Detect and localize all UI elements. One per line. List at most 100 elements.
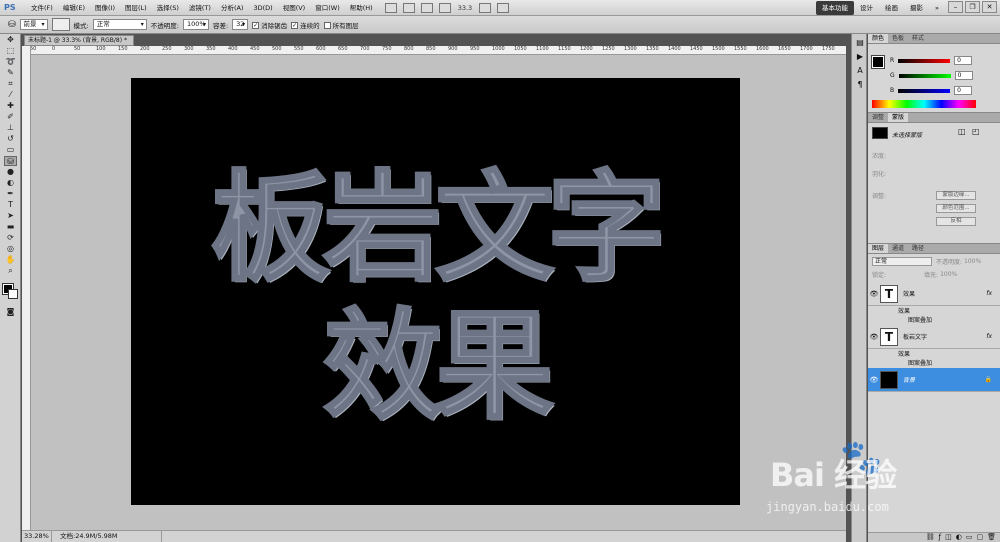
- contiguous-option[interactable]: ✓ 连续的: [291, 20, 320, 30]
- pen-tool-icon[interactable]: ✒: [4, 189, 17, 199]
- tab-paths[interactable]: 路径: [908, 244, 928, 253]
- layer-effects-row[interactable]: 效果: [868, 349, 1000, 358]
- 3d-camera-tool-icon[interactable]: ◎: [4, 244, 17, 254]
- mode-select[interactable]: 正常: [92, 19, 147, 30]
- all-layers-checkbox[interactable]: [323, 22, 331, 29]
- status-zoom[interactable]: 33.28%: [22, 531, 52, 542]
- b-slider[interactable]: [898, 88, 951, 93]
- tolerance-input[interactable]: 32: [232, 19, 249, 30]
- color-preview[interactable]: [871, 55, 885, 69]
- paint-bucket-icon[interactable]: ⛁: [8, 20, 16, 30]
- fill-value[interactable]: 100%: [940, 271, 957, 278]
- mask-edge-button[interactable]: 蒙版边缘...: [936, 191, 976, 200]
- zoom-level[interactable]: 33.3: [458, 4, 472, 12]
- workspace-painting[interactable]: 绘画: [879, 1, 904, 15]
- menu-window[interactable]: 窗口(W): [310, 0, 345, 16]
- color-swatches[interactable]: [2, 283, 18, 299]
- history-panel-icon[interactable]: ▤: [855, 38, 865, 48]
- layer-effect-item[interactable]: 图案叠加: [868, 358, 1000, 367]
- stamp-tool-icon[interactable]: ⊥: [4, 123, 17, 133]
- eye-icon[interactable]: 👁: [868, 333, 880, 341]
- mini-bridge-icon[interactable]: [402, 2, 415, 13]
- menu-select[interactable]: 选择(S): [152, 0, 184, 16]
- tab-channels[interactable]: 通道: [888, 244, 908, 253]
- layer-row[interactable]: 👁 T 效果 fx: [868, 282, 1000, 306]
- g-slider[interactable]: [898, 73, 951, 78]
- g-value[interactable]: 0: [954, 71, 973, 80]
- link-layers-icon[interactable]: ⛓: [926, 533, 935, 542]
- menu-file[interactable]: 文件(F): [26, 0, 58, 16]
- hand-icon[interactable]: [420, 2, 433, 13]
- eyedropper-tool-icon[interactable]: ⁄: [4, 90, 17, 100]
- menu-edit[interactable]: 编辑(E): [58, 0, 90, 16]
- antialias-checkbox[interactable]: ✓: [252, 22, 260, 29]
- fx-icon[interactable]: fx: [986, 333, 992, 340]
- tab-color[interactable]: 颜色: [868, 34, 889, 43]
- layer-row-selected[interactable]: 👁 背景 🔒: [868, 368, 1000, 392]
- document-canvas[interactable]: 板岩文字 效果: [131, 78, 740, 505]
- vector-mask-icon[interactable]: ◰: [972, 127, 980, 136]
- r-value[interactable]: 0: [954, 56, 973, 65]
- all-layers-option[interactable]: 所有图层: [323, 20, 359, 30]
- adjustment-layer-icon[interactable]: ◐: [956, 533, 962, 542]
- minimize-icon[interactable]: –: [948, 1, 963, 13]
- 3d-rotate-tool-icon[interactable]: ⟳: [4, 233, 17, 243]
- tab-masks[interactable]: 蒙版: [888, 113, 909, 122]
- layer-effect-item[interactable]: 图案叠加: [868, 315, 1000, 324]
- blur-tool-icon[interactable]: ●: [4, 167, 17, 177]
- lasso-tool-icon[interactable]: ➰: [4, 57, 17, 67]
- pattern-swatch[interactable]: [51, 18, 70, 31]
- contiguous-checkbox[interactable]: ✓: [291, 22, 299, 29]
- healing-tool-icon[interactable]: ✚: [4, 101, 17, 111]
- color-spectrum[interactable]: [872, 100, 976, 108]
- status-doc-info[interactable]: 文档:24.9M/5.98M: [52, 531, 162, 542]
- tab-layers[interactable]: 图层: [868, 244, 889, 253]
- menu-layer[interactable]: 图层(L): [120, 0, 152, 16]
- menu-view[interactable]: 视图(V): [278, 0, 311, 16]
- quick-mask-icon[interactable]: ◙: [4, 307, 17, 317]
- workspace-photography[interactable]: 摄影: [904, 1, 929, 15]
- brush-tool-icon[interactable]: ✐: [4, 112, 17, 122]
- character-panel-icon[interactable]: A: [855, 66, 865, 76]
- background-color[interactable]: [8, 289, 18, 299]
- color-range-button[interactable]: 颜色范围...: [936, 204, 976, 213]
- menu-analysis[interactable]: 分析(A): [216, 0, 249, 16]
- antialias-option[interactable]: ✓ 消除锯齿: [252, 20, 287, 30]
- layer-effects-row[interactable]: 效果: [868, 306, 1000, 315]
- b-value[interactable]: 0: [954, 86, 973, 95]
- paint-bucket-tool-icon[interactable]: ⛁: [4, 156, 17, 166]
- workspace-essentials[interactable]: 基本功能: [816, 1, 854, 15]
- crop-tool-icon[interactable]: ⌗: [4, 79, 17, 89]
- delete-layer-icon[interactable]: 🗑: [987, 533, 996, 542]
- dodge-tool-icon[interactable]: ◐: [4, 178, 17, 188]
- new-layer-icon[interactable]: ▢: [976, 533, 983, 542]
- close-icon[interactable]: ✕: [982, 1, 997, 13]
- move-tool-icon[interactable]: ✥: [4, 35, 17, 45]
- hand-tool-icon[interactable]: ✋: [4, 255, 17, 265]
- actions-panel-icon[interactable]: ▶: [855, 52, 865, 62]
- document-tab[interactable]: 未标题-1 @ 33.3% (背景, RGB/8) *: [24, 35, 134, 46]
- arrange-icon[interactable]: [479, 2, 492, 13]
- bridge-icon[interactable]: [384, 2, 397, 13]
- tab-adjustments[interactable]: 调整: [868, 113, 888, 122]
- pixel-mask-icon[interactable]: ◫: [958, 127, 966, 136]
- quick-select-tool-icon[interactable]: ✎: [4, 68, 17, 78]
- add-mask-icon[interactable]: ◫: [945, 533, 952, 542]
- eraser-tool-icon[interactable]: ▭: [4, 145, 17, 155]
- zoom-tool-icon[interactable]: ⌕: [4, 266, 17, 276]
- path-select-tool-icon[interactable]: ➤: [4, 211, 17, 221]
- add-style-icon[interactable]: ƒ: [939, 533, 941, 542]
- tab-styles[interactable]: 样式: [908, 34, 928, 43]
- tab-swatches[interactable]: 色板: [888, 34, 908, 43]
- eye-icon[interactable]: 👁: [868, 290, 880, 298]
- new-group-icon[interactable]: ▭: [966, 533, 973, 542]
- fx-icon[interactable]: fx: [986, 290, 992, 297]
- layer-row[interactable]: 👁 T 板岩文字 fx: [868, 325, 1000, 349]
- type-tool-icon[interactable]: T: [4, 200, 17, 210]
- screen-mode-icon[interactable]: [497, 2, 510, 13]
- paragraph-panel-icon[interactable]: ¶: [855, 80, 865, 90]
- menu-image[interactable]: 图像(I): [90, 0, 120, 16]
- fill-source-select[interactable]: 前景: [19, 19, 48, 30]
- menu-help[interactable]: 帮助(H): [345, 0, 378, 16]
- menu-3d[interactable]: 3D(D): [248, 0, 277, 16]
